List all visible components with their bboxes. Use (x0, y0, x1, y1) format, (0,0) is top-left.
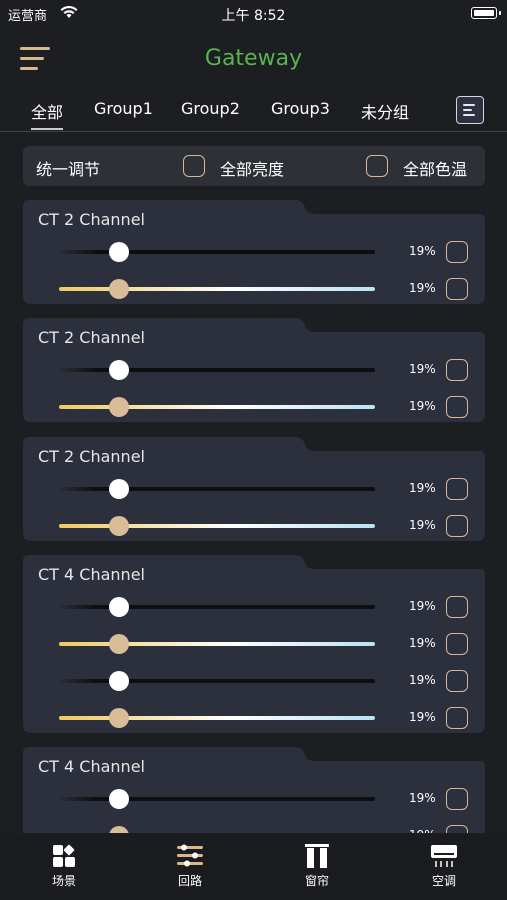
battery-icon (471, 7, 501, 19)
all-brightness-checkbox[interactable] (183, 155, 205, 177)
color-temp-slider-handle[interactable] (109, 708, 130, 728)
group-list-icon[interactable] (456, 96, 484, 124)
device-card: CT 2 Channel 19% 19% (23, 437, 485, 541)
brightness-slider[interactable] (59, 605, 375, 609)
color-temp-slider[interactable] (59, 287, 375, 291)
color-temp-slider-handle[interactable] (109, 634, 130, 654)
unified-label: 统一调节 (36, 160, 101, 179)
device-card: CT 2 Channel 19% 19% (23, 318, 485, 422)
page-title: Gateway (204, 46, 303, 71)
header: Gateway (0, 34, 507, 84)
device-name: CT 2 Channel (38, 328, 145, 347)
tab-all[interactable]: 全部 (31, 99, 64, 130)
clock: 上午 8:52 (221, 8, 286, 24)
color-temp-value: 19% (409, 518, 436, 532)
all-color-temp-label: 全部色温 (403, 160, 468, 179)
nav-circuit-label: 回路 (177, 874, 202, 888)
device-name: CT 2 Channel (38, 447, 145, 466)
brightness-slider[interactable] (59, 250, 375, 254)
row-checkbox[interactable] (446, 478, 468, 500)
brightness-slider-handle[interactable] (109, 597, 130, 617)
brightness-slider-handle[interactable] (109, 671, 130, 691)
brightness-slider[interactable] (59, 679, 375, 683)
nav-scene-label: 场景 (51, 874, 76, 888)
row-checkbox[interactable] (446, 396, 468, 418)
color-temp-value: 19% (409, 281, 436, 295)
tab-group3[interactable]: Group3 (271, 99, 330, 118)
brightness-value: 19% (409, 599, 436, 613)
brightness-value: 19% (409, 673, 436, 687)
color-temp-slider[interactable] (59, 642, 375, 646)
color-temp-slider[interactable] (59, 524, 375, 528)
brightness-slider-handle[interactable] (109, 479, 130, 499)
row-checkbox[interactable] (446, 633, 468, 655)
nav-ac-label: 空调 (431, 874, 456, 888)
brightness-slider-handle[interactable] (109, 789, 130, 809)
brightness-value: 19% (409, 481, 436, 495)
nav-curtain[interactable]: 窗帘 (287, 843, 347, 889)
circuit-icon (177, 844, 203, 867)
brightness-slider[interactable] (59, 368, 375, 372)
tabs-divider (0, 131, 507, 132)
device-name: CT 4 Channel (38, 757, 145, 776)
device-card: CT 4 Channel 19% 19% 19% 19% (23, 555, 485, 733)
color-temp-value: 19% (409, 710, 436, 724)
bottom-nav: 场景 回路 窗帘 空调 (0, 833, 507, 900)
row-checkbox[interactable] (446, 359, 468, 381)
device-list[interactable]: CT 2 Channel 19% 19% CT 2 Channel 19% 19% CT 2… (0, 196, 507, 833)
nav-scene[interactable]: 场景 (34, 843, 94, 889)
unified-control-bar: 统一调节 全部亮度 全部色温 (23, 146, 485, 186)
row-checkbox[interactable] (446, 278, 468, 300)
ac-icon (431, 845, 457, 867)
color-temp-slider[interactable] (59, 716, 375, 720)
tab-group2[interactable]: Group2 (181, 99, 240, 118)
device-name: CT 4 Channel (38, 565, 145, 584)
row-checkbox[interactable] (446, 596, 468, 618)
brightness-slider-handle[interactable] (109, 360, 130, 380)
nav-circuit[interactable]: 回路 (160, 843, 220, 889)
row-checkbox[interactable] (446, 670, 468, 692)
device-name: CT 2 Channel (38, 210, 145, 229)
brightness-value: 19% (409, 362, 436, 376)
device-card: CT 2 Channel 19% 19% (23, 200, 485, 304)
all-color-temp-checkbox[interactable] (366, 155, 388, 177)
row-checkbox[interactable] (446, 241, 468, 263)
tab-group1[interactable]: Group1 (94, 99, 153, 118)
color-temp-slider-handle[interactable] (109, 279, 130, 299)
nav-curtain-label: 窗帘 (304, 874, 329, 888)
device-card: CT 4 Channel19%19% (23, 747, 485, 833)
tab-ungrouped[interactable]: 未分组 (361, 99, 409, 123)
row-checkbox[interactable] (446, 515, 468, 537)
status-bar: 运营商 上午 8:52 (0, 0, 507, 28)
group-tabs: 全部 Group1 Group2 Group3 未分组 (0, 93, 507, 133)
nav-ac[interactable]: 空调 (414, 843, 474, 889)
all-brightness-label: 全部亮度 (220, 160, 285, 179)
row-checkbox[interactable] (446, 825, 468, 833)
color-temp-value: 19% (409, 399, 436, 413)
brightness-slider[interactable] (59, 487, 375, 491)
color-temp-value: 19% (409, 636, 436, 650)
row-checkbox[interactable] (446, 788, 468, 810)
curtain-icon (305, 844, 329, 868)
brightness-slider[interactable] (59, 797, 375, 801)
color-temp-slider-handle[interactable] (109, 516, 130, 536)
scene-icon (53, 844, 75, 867)
brightness-value: 19% (409, 791, 436, 805)
brightness-slider-handle[interactable] (109, 242, 130, 262)
color-temp-slider-handle[interactable] (109, 397, 130, 417)
color-temp-slider[interactable] (59, 405, 375, 409)
brightness-value: 19% (409, 244, 436, 258)
row-checkbox[interactable] (446, 707, 468, 729)
